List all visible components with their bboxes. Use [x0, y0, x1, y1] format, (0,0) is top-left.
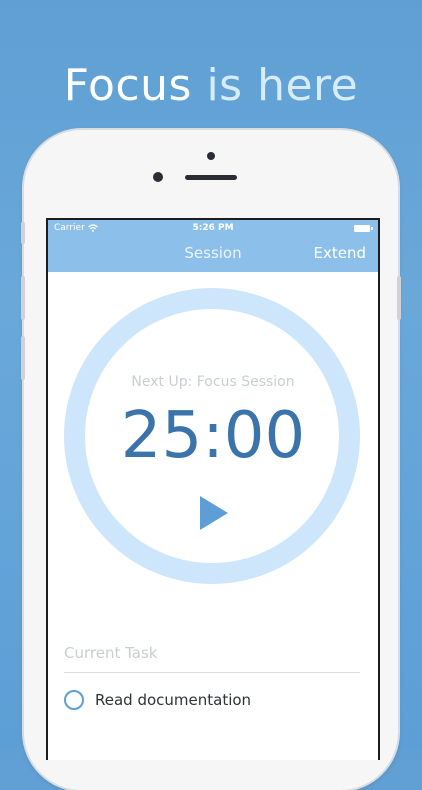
app-screen: Carrier 5:26 PM Session Extend Next Up: … — [46, 218, 380, 760]
headline: Focus is here — [0, 58, 422, 114]
status-time: 5:26 PM — [192, 223, 234, 233]
nav-bar: Carrier 5:26 PM Session Extend — [48, 220, 378, 272]
phone-side-button — [21, 222, 25, 244]
task-item[interactable]: Read documentation — [64, 690, 360, 716]
phone-sensor — [207, 152, 215, 160]
current-task-label: Current Task — [64, 644, 158, 662]
extend-button[interactable]: Extend — [314, 244, 367, 262]
play-icon[interactable] — [200, 496, 228, 530]
phone-volume-down-button — [21, 336, 25, 380]
check-circle-icon[interactable] — [64, 690, 84, 710]
timer-display: 25:00 — [120, 399, 306, 473]
phone-speaker — [185, 175, 237, 180]
task-divider — [64, 672, 360, 673]
phone-camera — [153, 172, 163, 182]
phone-volume-up-button — [21, 276, 25, 320]
battery-icon — [354, 225, 373, 232]
headline-word-focus: Focus — [63, 60, 192, 111]
next-up-label: Next Up: Focus Session — [131, 374, 295, 390]
phone-power-button — [397, 276, 401, 320]
headline-word-is-here: is here — [206, 60, 359, 111]
task-item-label: Read documentation — [95, 691, 252, 709]
